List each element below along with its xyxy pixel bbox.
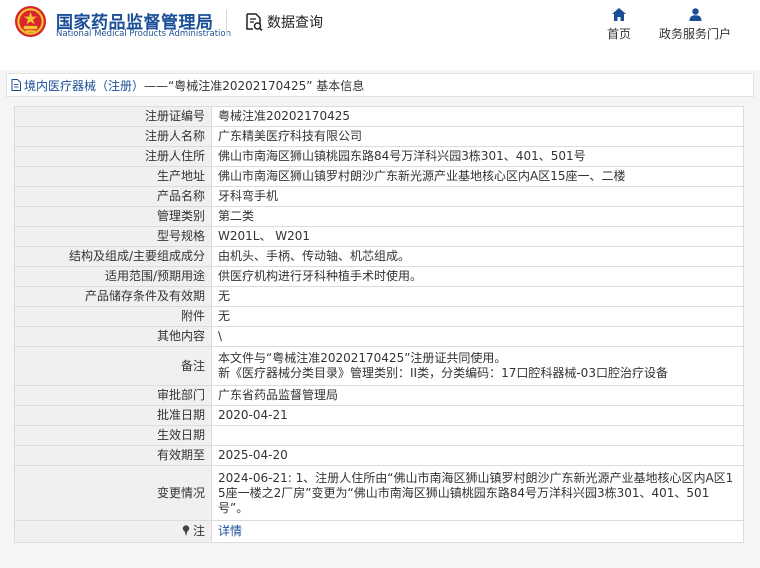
- management-category-line: 第二类: [218, 209, 255, 223]
- nav-home-label: 首页: [606, 27, 631, 41]
- product-name-value: 牙科弯手机: [211, 186, 744, 207]
- info-row-registrant-name: 注册人名称 广东精美医疗科技有限公司: [14, 126, 744, 147]
- info-row-storage-conditions: 产品储存条件及有效期无: [14, 286, 744, 307]
- attachments-label: 附件: [14, 306, 212, 327]
- approval-department-value: 广东省药品监督管理局: [211, 385, 744, 406]
- note-label-text: 注: [192, 523, 205, 538]
- registrant-name-line: 广东精美医疗科技有限公司: [218, 129, 363, 143]
- info-row-effective-date: 生效日期: [14, 425, 744, 446]
- nav-service-portal[interactable]: 政务服务门户: [656, 8, 734, 42]
- storage-conditions-label: 产品储存条件及有效期: [14, 286, 212, 307]
- content-panel: 境内医疗器械（注册） ——“粤械注准20202170425” 基本信息 注册证编…: [0, 70, 760, 568]
- storage-conditions-value: 无: [211, 286, 744, 307]
- attachments-value: 无: [211, 306, 744, 327]
- breadcrumb: 境内医疗器械（注册） ——“粤械注准20202170425” 基本信息: [6, 73, 754, 97]
- breadcrumb-link-domestic-devices[interactable]: 境内医疗器械（注册）: [24, 77, 144, 94]
- info-row-registrant-address: 注册人住所 佛山市南海区狮山镇桃园东路84号万洋科兴园3栋301、401、501号: [14, 146, 744, 167]
- attachments-line: 无: [218, 309, 231, 323]
- product-name-line: 牙科弯手机: [218, 189, 279, 203]
- national-emblem-icon: [14, 5, 47, 38]
- change-history-line: 号”。: [218, 500, 249, 515]
- note-value: 详情: [211, 520, 744, 543]
- change-history-value: 2024-06-21: 1、注册人住所由“佛山市南海区狮山镇罗村朗沙广东新光源产…: [211, 465, 744, 521]
- remarks-line: 新《医疗器械分类目录》管理类别：II类，分类编码：17口腔科器械-03口腔治疗设…: [218, 366, 668, 380]
- nav-home[interactable]: 首页: [604, 8, 634, 42]
- other-content-line: \: [218, 329, 223, 343]
- registration-number-value: 粤械注准20202170425: [211, 106, 744, 127]
- expiry-date-value: 2025-04-20: [211, 445, 744, 466]
- info-row-attachments: 附件无: [14, 306, 744, 327]
- other-content-value: \: [211, 326, 744, 347]
- info-row-change-history: 变更情况 2024-06-21: 1、注册人住所由“佛山市南海区狮山镇罗村朗沙广东…: [14, 465, 744, 521]
- management-category-value: 第二类: [211, 206, 744, 227]
- document-icon: [11, 79, 21, 91]
- effective-date-value: [211, 425, 744, 446]
- details-link[interactable]: 详情: [218, 524, 242, 538]
- product-name-label: 产品名称: [14, 186, 212, 207]
- registration-info-table: 注册证编号 粤械注准20202170425 注册人名称 广东精美医疗科技有限公司 注册人…: [14, 106, 744, 543]
- effective-date-label: 生效日期: [14, 425, 212, 446]
- registrant-address-line: 佛山市南海区狮山镇桃园东路84号万洋科兴园3栋301、401、501号: [218, 149, 586, 163]
- info-row-approval-department: 审批部门 广东省药品监督管理局: [14, 385, 744, 406]
- approval-date-label: 批准日期: [14, 405, 212, 426]
- registrant-address-value: 佛山市南海区狮山镇桃园东路84号万洋科兴园3栋301、401、501号: [211, 146, 744, 167]
- management-category-label: 管理类别: [14, 206, 212, 227]
- pin-icon: [182, 524, 192, 538]
- info-row-remarks: 备注 本文件与“粤械注准20202170425”注册证共同使用。 新《医疗器械分类目…: [14, 346, 744, 386]
- site-header: 国家药品监督管理局 National Medical Products Admi…: [0, 0, 760, 62]
- remarks-line: 本文件与“粤械注准20202170425”注册证共同使用。: [218, 351, 507, 365]
- change-history-line: 2024-06-21: 1、注册人住所由“佛山市南海区狮山镇罗村朗沙广东新光源产…: [218, 470, 734, 485]
- search-document-icon: [246, 13, 263, 32]
- approval-department-line: 广东省药品监督管理局: [218, 388, 339, 402]
- approval-department-label: 审批部门: [14, 385, 212, 406]
- structure-composition-label: 结构及组成/主要组成成分: [14, 246, 212, 267]
- model-spec-value: W201L、 W201: [211, 226, 744, 247]
- remarks-value: 本文件与“粤械注准20202170425”注册证共同使用。 新《医疗器械分类目录》…: [211, 346, 744, 386]
- data-query-label: 数据查询: [267, 15, 323, 31]
- info-row-other-content: 其他内容 \: [14, 326, 744, 347]
- expiry-date-line: 2025-04-20: [218, 448, 288, 462]
- production-address-value: 佛山市南海区狮山镇罗村朗沙广东新光源产业基地核心区内A区15座一、二楼: [211, 166, 744, 187]
- info-row-intended-use: 适用范围/预期用途 供医疗机构进行牙科种植手术时使用。: [14, 266, 744, 287]
- info-row-product-name: 产品名称 牙科弯手机: [14, 186, 744, 207]
- intended-use-line: 供医疗机构进行牙科种植手术时使用。: [218, 269, 423, 283]
- info-row-model-spec: 型号规格 W201L、 W201: [14, 226, 744, 247]
- info-row-management-category: 管理类别 第二类: [14, 206, 744, 227]
- structure-composition-line: 由机头、手柄、传动轴、机芯组成。: [218, 249, 411, 263]
- registrant-name-label: 注册人名称: [14, 126, 212, 147]
- change-history-label: 变更情况: [14, 465, 212, 521]
- breadcrumb-current: ——“粤械注准20202170425” 基本信息: [144, 78, 365, 93]
- info-row-approval-date: 批准日期 2020-04-21: [14, 405, 744, 426]
- nav-service-label: 政务服务门户: [658, 27, 731, 41]
- model-spec-label: 型号规格: [14, 226, 212, 247]
- info-row-production-address: 生产地址 佛山市南海区狮山镇罗村朗沙广东新光源产业基地核心区内A区15座一、二楼: [14, 166, 744, 187]
- production-address-line: 佛山市南海区狮山镇罗村朗沙广东新光源产业基地核心区内A区15座一、二楼: [218, 169, 626, 183]
- remarks-label: 备注: [14, 346, 212, 386]
- storage-conditions-line: 无: [218, 289, 231, 303]
- intended-use-label: 适用范围/预期用途: [14, 266, 212, 287]
- production-address-label: 生产地址: [14, 166, 212, 187]
- registrant-name-value: 广东精美医疗科技有限公司: [211, 126, 744, 147]
- change-history-line: 5座一楼之2厂房”变更为“佛山市南海区狮山镇桃园东路84号万洋科兴园3栋301、…: [218, 485, 710, 500]
- registration-number-label: 注册证编号: [14, 106, 212, 127]
- registration-number-line: 粤械注准20202170425: [218, 109, 350, 123]
- info-row-registration-number: 注册证编号 粤械注准20202170425: [14, 106, 744, 127]
- home-icon: [612, 8, 626, 21]
- info-row-note: 注详情: [14, 520, 744, 543]
- model-spec-line: W201L、 W201: [218, 229, 311, 243]
- agency-name-english: National Medical Products Administration: [56, 29, 231, 39]
- info-row-expiry-date: 有效期至 2025-04-20: [14, 445, 744, 466]
- registrant-address-label: 注册人住所: [14, 146, 212, 167]
- user-icon: [689, 8, 701, 21]
- info-row-structure-composition: 结构及组成/主要组成成分 由机头、手柄、传动轴、机芯组成。: [14, 246, 744, 267]
- data-query-title[interactable]: 数据查询: [244, 12, 323, 32]
- other-content-label: 其他内容: [14, 326, 212, 347]
- expiry-date-label: 有效期至: [14, 445, 212, 466]
- header-divider: [226, 10, 227, 36]
- intended-use-value: 供医疗机构进行牙科种植手术时使用。: [211, 266, 744, 287]
- note-label: 注: [14, 520, 212, 543]
- structure-composition-value: 由机头、手柄、传动轴、机芯组成。: [211, 246, 744, 267]
- approval-date-value: 2020-04-21: [211, 405, 744, 426]
- approval-date-line: 2020-04-21: [218, 408, 288, 422]
